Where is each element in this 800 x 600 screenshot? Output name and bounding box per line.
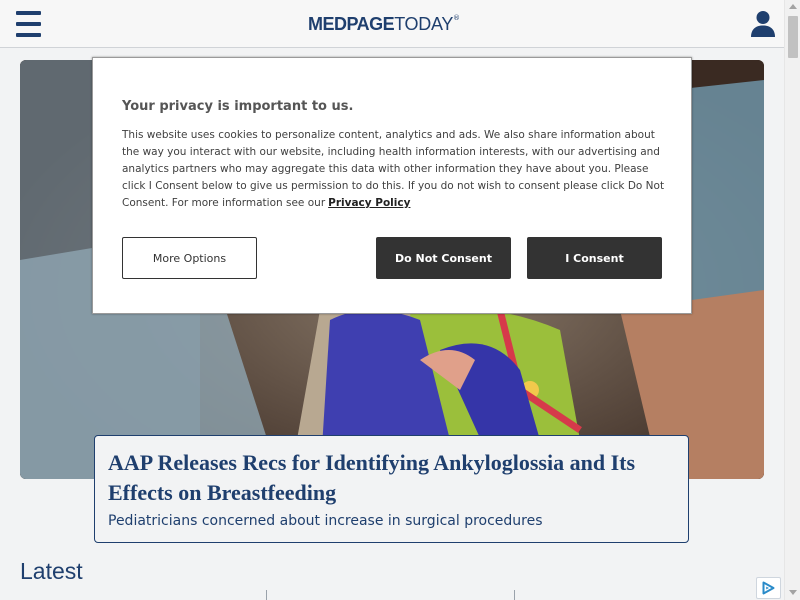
scroll-down-icon[interactable] xyxy=(789,590,797,595)
page-scrollbar[interactable] xyxy=(784,0,800,600)
more-options-button[interactable]: More Options xyxy=(122,237,257,279)
consent-body: This website uses cookies to personalize… xyxy=(122,127,667,212)
consent-dialog: Your privacy is important to us. This we… xyxy=(92,57,692,314)
i-consent-button[interactable]: I Consent xyxy=(527,237,662,279)
scroll-up-icon[interactable] xyxy=(789,4,797,9)
do-not-consent-button[interactable]: Do Not Consent xyxy=(376,237,511,279)
consent-title: Your privacy is important to us. xyxy=(122,99,354,114)
privacy-policy-link[interactable]: Privacy Policy xyxy=(328,197,410,209)
scroll-thumb[interactable] xyxy=(788,16,798,58)
